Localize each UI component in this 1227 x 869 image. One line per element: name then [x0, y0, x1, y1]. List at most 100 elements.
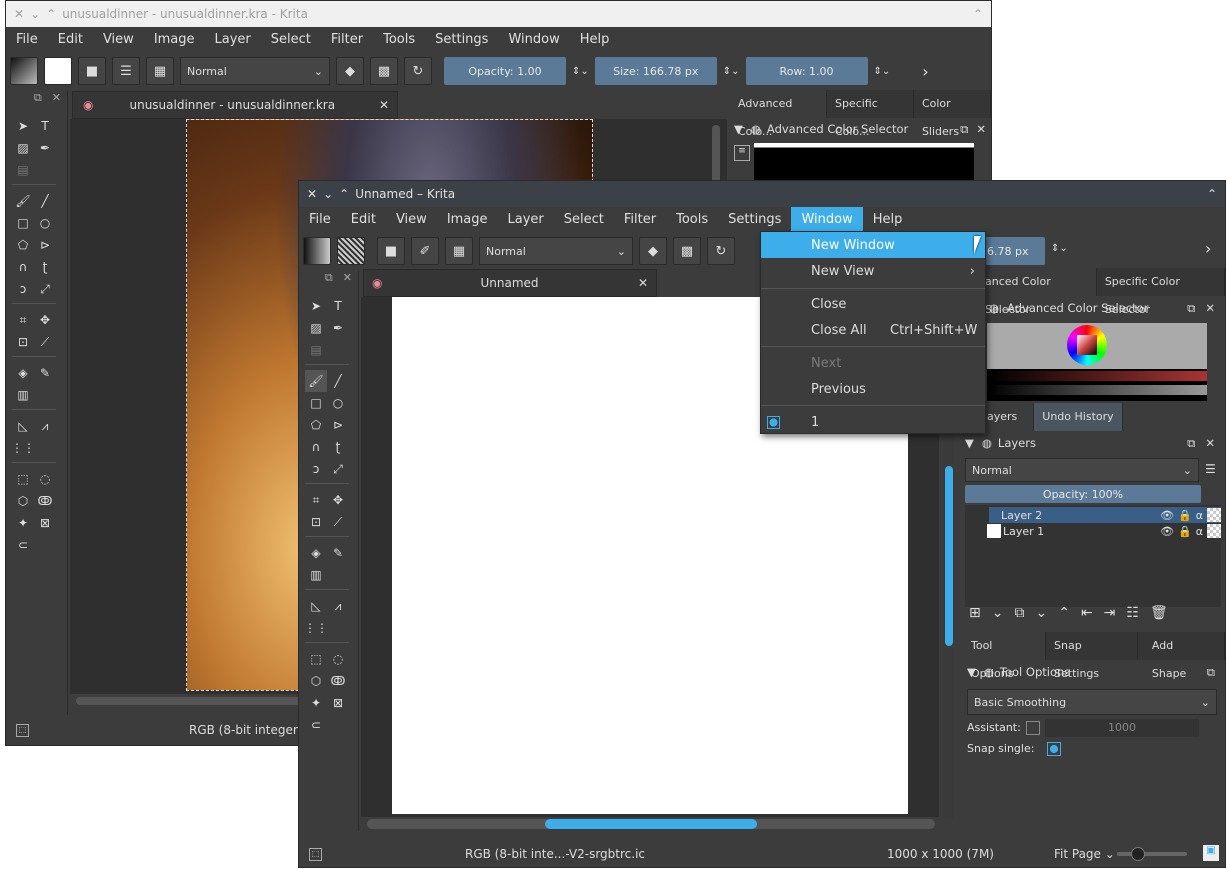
- add-layer-icon[interactable]: ⊞: [969, 605, 981, 627]
- menu-select[interactable]: Select: [261, 27, 321, 53]
- tab-specific-color[interactable]: Specific Colo...: [826, 90, 914, 138]
- front-vscroll[interactable]: [945, 466, 953, 646]
- tab-tool-options[interactable]: Tool Options: [963, 632, 1047, 680]
- brush-icon[interactable]: 🖌: [12, 190, 34, 212]
- spin-icon[interactable]: ⇕⌄: [874, 66, 891, 77]
- assistant-icon[interactable]: ◺: [12, 415, 34, 437]
- chevron-up-icon[interactable]: ⌃: [339, 187, 349, 201]
- menu-image[interactable]: Image: [144, 27, 205, 53]
- menu-edit[interactable]: Edit: [48, 27, 93, 53]
- grid-icon[interactable]: ⋮⋮: [11, 437, 35, 459]
- brush-presets-icon[interactable]: ▦: [146, 57, 174, 85]
- selection-icon[interactable]: ⬚: [309, 847, 322, 861]
- merge-down-icon[interactable]: ⇤: [1081, 605, 1093, 627]
- menu-item-close[interactable]: Close: [761, 291, 985, 317]
- rect-select-icon[interactable]: ⬚: [305, 648, 327, 670]
- float-icon[interactable]: ⧉: [960, 122, 968, 137]
- pattern-icon[interactable]: [44, 57, 72, 85]
- rectangle-icon[interactable]: □: [305, 392, 327, 414]
- select-shapes-icon[interactable]: ➤: [12, 115, 34, 137]
- fg-bg-color-icon[interactable]: ■: [78, 57, 106, 85]
- assistant-magnetism-slider[interactable]: 1000: [1045, 719, 1199, 737]
- menu-filter[interactable]: Filter: [614, 207, 666, 233]
- move-icon[interactable]: ✥: [327, 489, 349, 511]
- collapse-icon[interactable]: ▼: [734, 122, 743, 136]
- back-titlebar[interactable]: ✕ ⌄ ⌃ unusualdinner - unusualdinner.kra - …: [6, 1, 991, 27]
- merge-icon[interactable]: ⇥: [1104, 605, 1116, 627]
- brush-icon[interactable]: 🖌: [305, 370, 327, 392]
- menu-layer[interactable]: Layer: [498, 207, 554, 233]
- bezier-icon[interactable]: ∩: [12, 256, 34, 278]
- lock-icon[interactable]: ◍: [989, 301, 999, 315]
- size-slider[interactable]: 6.78 px: [985, 237, 1045, 265]
- front-doc-tab[interactable]: ◉ Unnamed ✕: [363, 269, 657, 297]
- calligraphy-icon[interactable]: ✒: [34, 137, 56, 159]
- menu-item-close-all[interactable]: Close All Ctrl+Shift+W: [761, 317, 985, 343]
- collapse-icon[interactable]: ▼: [967, 665, 976, 679]
- freehand-path-icon[interactable]: ʈ: [327, 436, 349, 458]
- color-shade-bar-1[interactable]: [987, 371, 1207, 381]
- delete-icon[interactable]: 🗑: [1150, 605, 1168, 627]
- bezier-icon[interactable]: ∩: [305, 436, 327, 458]
- crop-icon[interactable]: ⌗: [305, 489, 327, 511]
- magic-wand-icon[interactable]: ✦: [305, 692, 327, 714]
- spin-icon[interactable]: ⇕⌄: [572, 66, 589, 77]
- transform-icon[interactable]: ⊡: [305, 511, 327, 533]
- tab-color-sliders[interactable]: Color Sliders: [913, 90, 991, 138]
- poly-select-icon[interactable]: ⬡: [12, 490, 34, 512]
- menu-tools[interactable]: Tools: [373, 27, 425, 53]
- assistant-checkbox[interactable]: [1026, 721, 1040, 735]
- menu-item-new-view[interactable]: New View ›: [761, 258, 985, 284]
- gradient-preset-icon[interactable]: [303, 237, 331, 265]
- settings-icon[interactable]: ≡: [734, 145, 750, 161]
- pattern-icon[interactable]: [337, 237, 365, 265]
- edit-shapes-icon[interactable]: ▨: [305, 317, 327, 339]
- color-gradient-bar[interactable]: [754, 143, 974, 183]
- tab-advanced-color[interactable]: anced Color Selector: [983, 268, 1097, 316]
- fit-page-select[interactable]: Fit Page ⌄: [1054, 847, 1115, 861]
- menu-settings[interactable]: Settings: [425, 27, 498, 53]
- close-icon[interactable]: ✕: [976, 122, 986, 136]
- transform-icon[interactable]: ⊡: [12, 331, 34, 353]
- gradient-icon[interactable]: ▥: [305, 564, 327, 586]
- smoothing-select[interactable]: Basic Smoothing ⌄: [967, 689, 1217, 715]
- layer-opacity-slider[interactable]: Opacity: 100%: [965, 485, 1201, 503]
- properties-icon[interactable]: ☷: [1126, 605, 1139, 627]
- tab-add-shape[interactable]: Add Shape: [1137, 632, 1225, 680]
- lock-icon[interactable]: 🔒: [1178, 509, 1192, 522]
- chevron-right-icon[interactable]: ›: [1205, 239, 1211, 258]
- menu-layer[interactable]: Layer: [205, 27, 261, 53]
- color-picker-icon[interactable]: ✎: [34, 362, 56, 384]
- dynamic-brush-icon[interactable]: ↄ: [12, 278, 34, 300]
- text-icon[interactable]: T: [34, 115, 56, 137]
- ellipse-select-icon[interactable]: ◌: [327, 648, 349, 670]
- move-down-icon[interactable]: ⌄: [1035, 605, 1047, 627]
- similar-select-icon[interactable]: ⊠: [34, 512, 56, 534]
- edit-shapes-icon[interactable]: ▨: [12, 137, 34, 159]
- layer-row[interactable]: Layer 1 👁 🔒 α: [987, 523, 1221, 539]
- close-icon[interactable]: ✕: [14, 7, 24, 21]
- float-icon[interactable]: ⧉: [1207, 665, 1215, 680]
- tab-undo-history[interactable]: Undo History: [1034, 403, 1123, 431]
- collapse-icon[interactable]: ▼: [965, 436, 974, 450]
- menu-filter[interactable]: Filter: [321, 27, 373, 53]
- close-icon[interactable]: ✕: [1205, 301, 1215, 315]
- menu-settings[interactable]: Settings: [718, 207, 791, 233]
- gradient-icon[interactable]: ▥: [12, 384, 34, 406]
- move-up-icon[interactable]: ⌃: [1058, 605, 1070, 627]
- front-titlebar[interactable]: ✕ ⌄ ⌃ Unnamed – Krita ⌃: [299, 181, 1225, 207]
- layer-blend-select[interactable]: Normal ⌄: [965, 458, 1199, 482]
- opacity-slider[interactable]: Opacity: 1.00: [444, 57, 566, 85]
- line-icon[interactable]: ╱: [327, 370, 349, 392]
- lock-icon[interactable]: ◍: [982, 436, 992, 450]
- dynamic-brush-icon[interactable]: ↄ: [305, 458, 327, 480]
- chevron-up-icon[interactable]: ⌃: [46, 7, 56, 21]
- fg-bg-color-icon[interactable]: ■: [377, 237, 405, 265]
- row-slider[interactable]: Row: 1.00: [745, 57, 868, 85]
- selection-icon[interactable]: ⬚: [16, 723, 29, 737]
- crop-icon[interactable]: ⌗: [12, 309, 34, 331]
- lasso-icon[interactable]: ↂ: [327, 670, 349, 692]
- lock-icon[interactable]: ◍: [751, 122, 761, 136]
- menu-image[interactable]: Image: [437, 207, 498, 233]
- spin-icon[interactable]: ⇕⌄: [723, 66, 740, 77]
